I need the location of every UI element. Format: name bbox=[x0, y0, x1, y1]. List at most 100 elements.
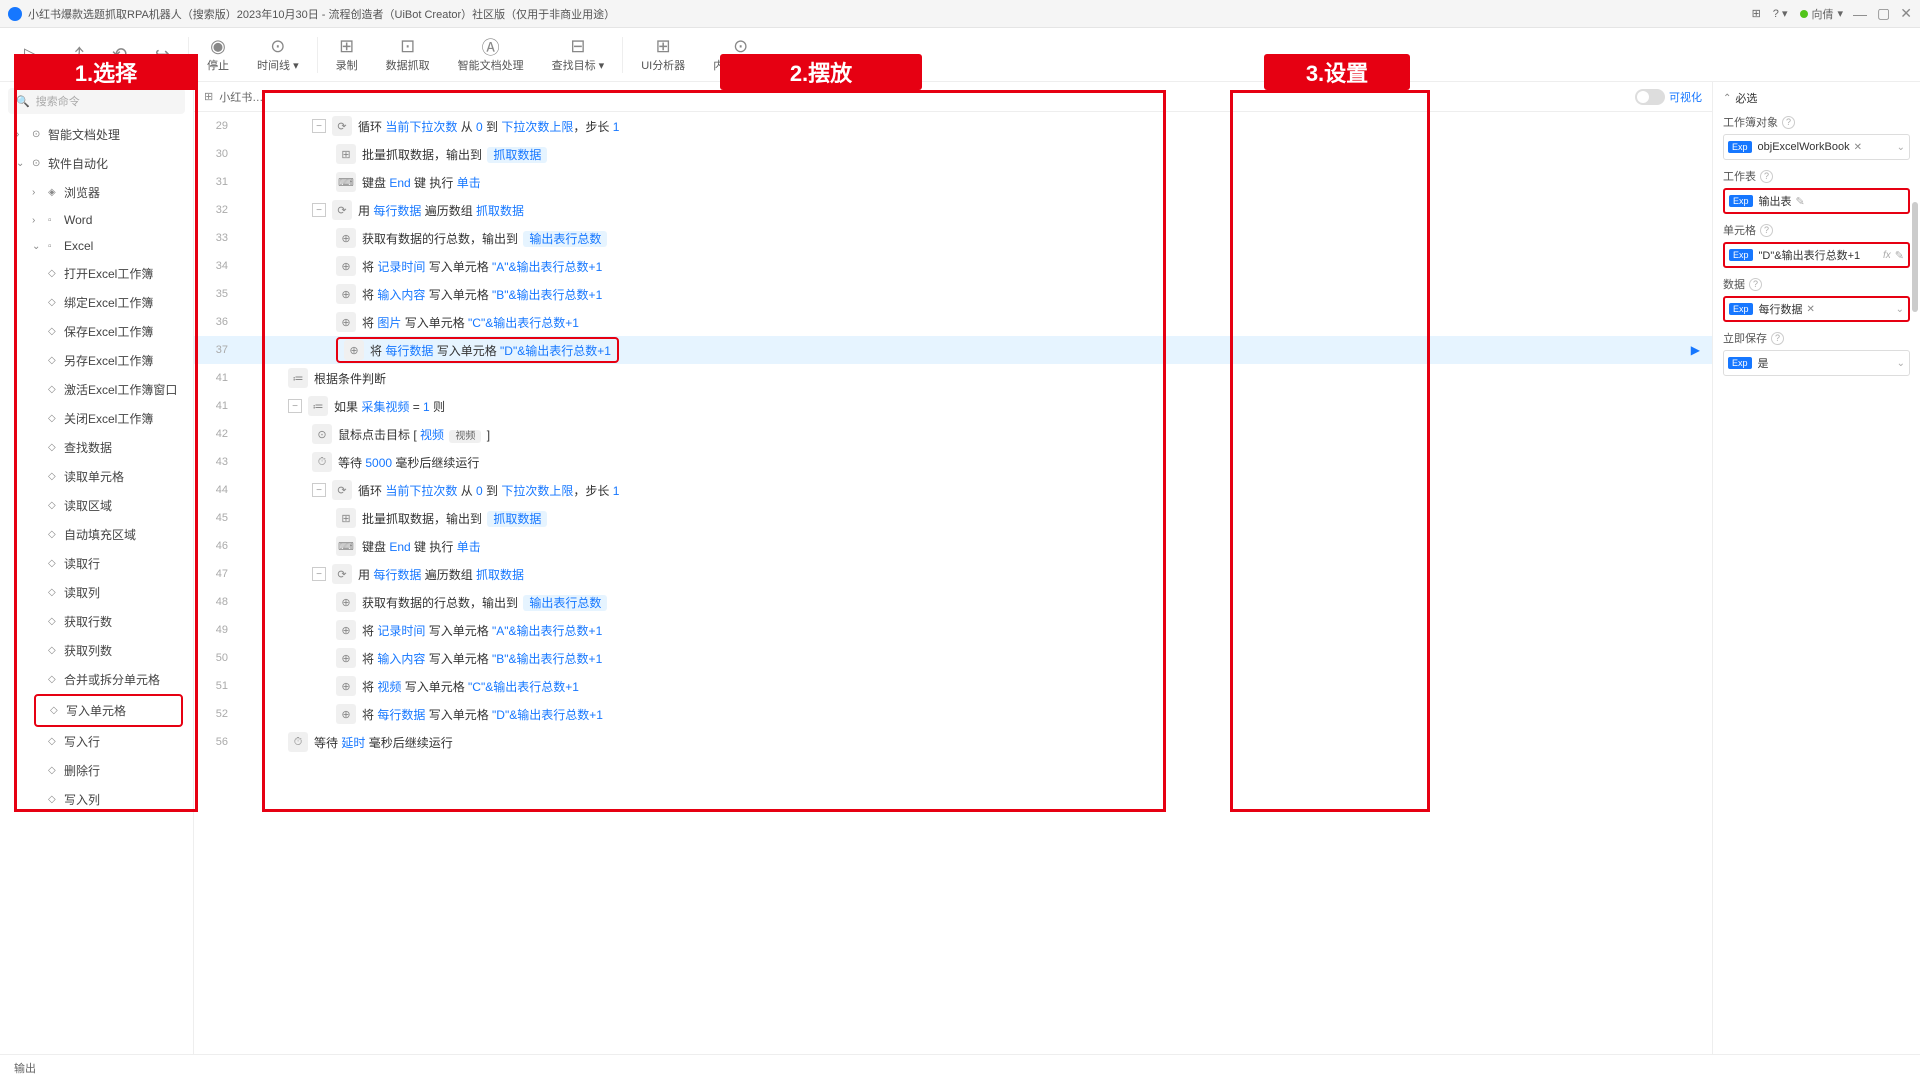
code-line[interactable]: 46⌨键盘 End 键 执行 单击 bbox=[194, 532, 1712, 560]
toolbar-button[interactable]: ▷ bbox=[10, 45, 52, 65]
visual-toggle[interactable] bbox=[1635, 89, 1665, 105]
maximize-button[interactable]: ▢ bbox=[1877, 5, 1890, 22]
code-line[interactable]: 41−≔如果 采集视频 = 1 则 bbox=[194, 392, 1712, 420]
tree-label: Word bbox=[64, 213, 92, 227]
toolbar-button[interactable]: Ⓐ智能文档处理 bbox=[444, 37, 538, 73]
tree-item[interactable]: ◇另存Excel工作簿 bbox=[0, 346, 193, 375]
collapse-icon[interactable]: − bbox=[312, 567, 326, 581]
clear-icon[interactable]: ✕ bbox=[1807, 304, 1815, 315]
code-text: 循环 当前下拉次数 从 0 到 下拉次数上限，步长 1 bbox=[358, 482, 619, 499]
help-icon[interactable]: ? bbox=[1782, 116, 1795, 129]
edit-icon[interactable]: ✎ bbox=[1895, 249, 1904, 262]
tree-item[interactable]: ◇读取行 bbox=[0, 549, 193, 578]
code-line[interactable]: 33⊕获取有数据的行总数，输出到 输出表行总数 bbox=[194, 224, 1712, 252]
code-line[interactable]: 29−⟳循环 当前下拉次数 从 0 到 下拉次数上限，步长 1 bbox=[194, 112, 1712, 140]
tree-item[interactable]: ›▫Word bbox=[0, 207, 193, 233]
code-line[interactable]: 51⊕将 视频 写入单元格 "C"&输出表行总数+1 bbox=[194, 672, 1712, 700]
breadcrumb[interactable]: 小红书… bbox=[219, 89, 263, 105]
code-line[interactable]: 34⊕将 记录时间 写入单元格 "A"&输出表行总数+1 bbox=[194, 252, 1712, 280]
tree-item[interactable]: ◇写入列 bbox=[0, 785, 193, 814]
toolbar-button[interactable]: ⊞录制 bbox=[322, 37, 372, 73]
tree-item[interactable]: ◇自动填充区域 bbox=[0, 520, 193, 549]
property-field[interactable]: Exp每行数据✕⌄ bbox=[1723, 296, 1910, 322]
code-line[interactable]: 44−⟳循环 当前下拉次数 从 0 到 下拉次数上限，步长 1 bbox=[194, 476, 1712, 504]
tree-item[interactable]: ◇查找数据 bbox=[0, 433, 193, 462]
code-editor[interactable]: 29−⟳循环 当前下拉次数 从 0 到 下拉次数上限，步长 130⊞批量抓取数据… bbox=[194, 112, 1712, 1054]
tree-item[interactable]: ›⊙智能文档处理 bbox=[0, 120, 193, 149]
code-line[interactable]: 52⊕将 每行数据 写入单元格 "D"&输出表行总数+1 bbox=[194, 700, 1712, 728]
fx-icon[interactable]: fx bbox=[1883, 250, 1891, 261]
toolbar-button[interactable]: ⊡数据抓取 bbox=[372, 37, 444, 73]
code-line[interactable]: 31⌨键盘 End 键 执行 单击 bbox=[194, 168, 1712, 196]
code-line[interactable]: 50⊕将 输入内容 写入单元格 "B"&输出表行总数+1 bbox=[194, 644, 1712, 672]
play-icon[interactable]: ▶ bbox=[1691, 343, 1700, 357]
toolbar-button[interactable]: ↪ bbox=[141, 45, 184, 65]
help-icon[interactable]: ? bbox=[1760, 224, 1773, 237]
tree-item[interactable]: ◇写入行 bbox=[0, 727, 193, 756]
toolbar-button[interactable]: ⊟查找目标 ▾ bbox=[538, 37, 619, 73]
tree-item[interactable]: ◇打开Excel工作簿 bbox=[0, 259, 193, 288]
output-bar[interactable]: 输出 bbox=[0, 1054, 1920, 1080]
toolbar-button[interactable]: ◉停止 bbox=[193, 37, 243, 73]
chevron-down-icon[interactable]: ⌄ bbox=[1897, 142, 1905, 153]
code-line[interactable]: 42⊙鼠标点击目标 [ 视频 视频 ] bbox=[194, 420, 1712, 448]
user-status[interactable]: 向倩 ▾ bbox=[1800, 6, 1844, 22]
code-line[interactable]: 48⊕获取有数据的行总数，输出到 输出表行总数 bbox=[194, 588, 1712, 616]
tree-item[interactable]: ◇删除行 bbox=[0, 756, 193, 785]
code-line[interactable]: 47−⟳用 每行数据 遍历数组 抓取数据 bbox=[194, 560, 1712, 588]
toolbar-button[interactable]: ⟲ bbox=[98, 45, 141, 65]
chevron-down-icon[interactable]: ⌄ bbox=[1896, 304, 1904, 315]
code-line[interactable]: 45⊞批量抓取数据，输出到 抓取数据 bbox=[194, 504, 1712, 532]
code-line[interactable]: 32−⟳用 每行数据 遍历数组 抓取数据 bbox=[194, 196, 1712, 224]
tree-item[interactable]: ⌄▫Excel bbox=[0, 233, 193, 259]
close-button[interactable]: ✕ bbox=[1900, 5, 1912, 22]
code-line[interactable]: 30⊞批量抓取数据，输出到 抓取数据 bbox=[194, 140, 1712, 168]
line-number: 50 bbox=[194, 652, 240, 664]
tree-item[interactable]: ◇激活Excel工作簿窗口 bbox=[0, 375, 193, 404]
help-icon[interactable]: ? ▾ bbox=[1773, 7, 1788, 20]
toolbar-button[interactable]: ⊙内置浏览器 bbox=[699, 37, 782, 73]
tree-item[interactable]: ◇合并或拆分单元格 bbox=[0, 665, 193, 694]
tree-item[interactable]: ◇读取区域 bbox=[0, 491, 193, 520]
tree-item[interactable]: ◇关闭Excel工作簿 bbox=[0, 404, 193, 433]
chevron-down-icon[interactable]: ⌄ bbox=[1897, 358, 1905, 369]
tree-item[interactable]: ◇绑定Excel工作簿 bbox=[0, 288, 193, 317]
code-line[interactable]: 43⏱等待 5000 毫秒后继续运行 bbox=[194, 448, 1712, 476]
code-line[interactable]: 37⊕将 每行数据 写入单元格 "D"&输出表行总数+1▶ bbox=[194, 336, 1712, 364]
tree-item[interactable]: ◇保存Excel工作簿 bbox=[0, 317, 193, 346]
grid-icon[interactable]: ⊞ bbox=[1752, 7, 1761, 20]
code-line[interactable]: 49⊕将 记录时间 写入单元格 "A"&输出表行总数+1 bbox=[194, 616, 1712, 644]
toolbar-icon: ⊞ bbox=[656, 37, 671, 57]
code-line[interactable]: 35⊕将 输入内容 写入单元格 "B"&输出表行总数+1 bbox=[194, 280, 1712, 308]
property-field[interactable]: Exp"D"&输出表行总数+1fx✎ bbox=[1723, 242, 1910, 268]
minimize-button[interactable]: — bbox=[1853, 6, 1867, 22]
help-icon[interactable]: ? bbox=[1771, 332, 1784, 345]
clear-icon[interactable]: ✕ bbox=[1854, 142, 1862, 153]
tree-item[interactable]: ⌄⊙软件自动化 bbox=[0, 149, 193, 178]
collapse-icon[interactable]: − bbox=[312, 483, 326, 497]
help-icon[interactable]: ? bbox=[1760, 170, 1773, 183]
tree-item[interactable]: ◇获取列数 bbox=[0, 636, 193, 665]
toolbar-button[interactable]: ⤴ bbox=[52, 45, 98, 65]
edit-icon[interactable]: ✎ bbox=[1796, 195, 1805, 208]
tree-item[interactable]: ›◈浏览器 bbox=[0, 178, 193, 207]
tree-label: 写入行 bbox=[64, 733, 100, 750]
code-line[interactable]: 56⏱等待 延时 毫秒后继续运行 bbox=[194, 728, 1712, 756]
search-input[interactable]: 🔍 搜索命令 bbox=[8, 88, 185, 114]
tree-item[interactable]: ◇读取单元格 bbox=[0, 462, 193, 491]
tree-item[interactable]: ◇写入单元格 bbox=[34, 694, 183, 727]
section-header[interactable]: ⌃ 必选 bbox=[1723, 90, 1910, 106]
help-icon[interactable]: ? bbox=[1749, 278, 1762, 291]
collapse-icon[interactable]: − bbox=[288, 399, 302, 413]
property-field[interactable]: Exp是⌄ bbox=[1723, 350, 1910, 376]
tree-item[interactable]: ◇读取列 bbox=[0, 578, 193, 607]
code-line[interactable]: 41≔根据条件判断 bbox=[194, 364, 1712, 392]
tree-item[interactable]: ◇获取行数 bbox=[0, 607, 193, 636]
collapse-icon[interactable]: − bbox=[312, 203, 326, 217]
toolbar-button[interactable]: ⊙时间线 ▾ bbox=[243, 37, 313, 73]
code-line[interactable]: 36⊕将 图片 写入单元格 "C"&输出表行总数+1 bbox=[194, 308, 1712, 336]
toolbar-button[interactable]: ⊞UI分析器 bbox=[627, 37, 699, 73]
collapse-icon[interactable]: − bbox=[312, 119, 326, 133]
property-field[interactable]: ExpobjExcelWorkBook✕⌄ bbox=[1723, 134, 1910, 160]
property-field[interactable]: Exp输出表✎ bbox=[1723, 188, 1910, 214]
